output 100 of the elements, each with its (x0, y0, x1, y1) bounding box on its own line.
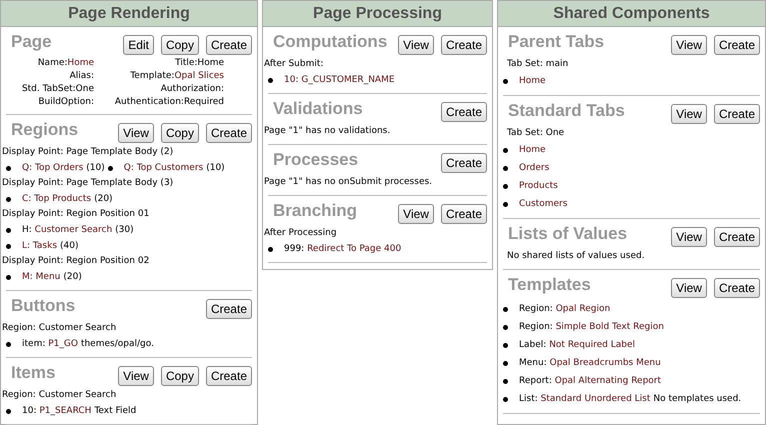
item-link[interactable]: Simple Bold Text Region (556, 318, 664, 336)
bullet-icon (108, 166, 113, 170)
field-link[interactable]: Opal Slices (174, 70, 224, 83)
item-prefix: item: (22, 338, 46, 351)
bullet-icon (268, 78, 273, 82)
bullet-icon (6, 228, 11, 232)
column-title: Shared Components (498, 0, 765, 27)
section-title: Templates (508, 275, 591, 295)
action-button[interactable]: Copy (160, 123, 199, 143)
info-text: Page "1" has no onSubmit processes. (264, 176, 434, 189)
action-button[interactable]: Create (714, 104, 760, 124)
info-text: Page "1" has no validations. (264, 125, 392, 138)
bullet-icon (503, 378, 508, 384)
item-link[interactable]: C: Top Products (22, 191, 92, 207)
item-link[interactable]: Q: Top Orders (22, 160, 84, 176)
bullet-icon (503, 396, 508, 402)
item-link[interactable]: Standard Unordered List (540, 390, 650, 408)
section-title: Lists of Values (508, 224, 628, 244)
action-button[interactable]: Create (206, 35, 252, 55)
item-link[interactable]: Customer Search (34, 222, 112, 238)
action-button[interactable]: Create (440, 204, 487, 224)
action-button[interactable]: Create (206, 123, 252, 143)
item-note: themes/opal/go. (80, 338, 154, 351)
item-prefix: Menu: (519, 357, 548, 370)
item-link[interactable]: Opal Region (556, 300, 610, 318)
item-link[interactable]: Customers (519, 195, 568, 213)
item-link[interactable]: Orders (519, 159, 550, 177)
info-text: Region: Customer Search (2, 389, 118, 402)
item-link[interactable]: Q: Top Customers (124, 160, 204, 176)
item-prefix: List: (519, 393, 539, 406)
bullet-icon (6, 274, 11, 280)
item-prefix: Region: (519, 321, 554, 334)
item-prefix: Report: (519, 375, 553, 388)
field-label: Alias: (70, 70, 94, 83)
info-text: Display Point: Region Position 01 (2, 208, 150, 221)
action-button[interactable]: Create (440, 102, 487, 122)
item-link[interactable]: P1_GO (48, 336, 78, 352)
item-prefix: Label: (519, 339, 548, 352)
item-note: (10) (206, 162, 225, 175)
item-link[interactable]: Home (519, 141, 546, 159)
action-button[interactable]: Create (440, 35, 487, 55)
action-button[interactable]: View (118, 366, 154, 386)
bullet-icon (6, 244, 11, 248)
info-text: No shared lists of values used. (507, 250, 646, 263)
item-prefix: 10: (22, 405, 38, 418)
field-value: One (76, 83, 94, 96)
item-link[interactable]: Products (519, 177, 558, 195)
section-title: Branching (273, 201, 358, 221)
item-note: (10) (86, 162, 105, 175)
field-label: Authentication: (114, 96, 184, 109)
bullet-icon (6, 166, 11, 170)
item-note: (40) (60, 240, 79, 253)
item-link[interactable]: Not Required Label (549, 336, 636, 354)
action-button[interactable]: View (398, 35, 434, 55)
action-button[interactable]: View (671, 104, 707, 124)
action-button[interactable]: View (118, 123, 154, 143)
action-button[interactable]: Edit (123, 35, 154, 55)
item-prefix: 999: (284, 243, 306, 256)
item-link[interactable]: 10: G_CUSTOMER_NAME (284, 72, 395, 88)
bullet-icon (503, 148, 508, 152)
item-prefix: H: (22, 224, 33, 237)
item-link[interactable]: P1_SEARCH (39, 403, 92, 419)
item-link[interactable]: M: Menu (22, 269, 60, 285)
info-text: After Processing (264, 227, 338, 240)
field-link[interactable]: Home (67, 57, 94, 70)
info-text: Tab Set: One (507, 127, 566, 140)
action-button[interactable]: View (398, 204, 434, 224)
action-button[interactable]: Create (714, 227, 760, 247)
action-button[interactable]: Create (206, 366, 252, 386)
action-button[interactable]: View (671, 35, 707, 55)
bullet-icon (503, 78, 508, 84)
action-button[interactable]: View (671, 227, 707, 247)
info-text: After Submit: (264, 58, 324, 71)
field-label: Title: (175, 57, 198, 70)
field-value: Home (197, 57, 224, 70)
field-value: Required (184, 96, 224, 109)
action-button[interactable]: Copy (160, 366, 199, 386)
bullet-icon (268, 246, 273, 252)
item-link[interactable]: Opal Breadcrumbs Menu (550, 354, 661, 372)
action-button[interactable]: Create (714, 278, 760, 298)
field-label: Name: (38, 57, 68, 70)
bullet-icon (6, 342, 11, 346)
item-link[interactable]: L: Tasks (22, 238, 58, 254)
section-title: Parent Tabs (508, 32, 604, 52)
action-button[interactable]: Copy (160, 35, 199, 55)
action-button[interactable]: Create (206, 299, 252, 319)
item-note: No templates used. (653, 393, 742, 406)
bullet-icon (503, 360, 508, 366)
action-button[interactable]: Create (440, 153, 487, 173)
action-button[interactable]: Create (714, 35, 760, 55)
item-link[interactable]: Redirect To Page 400 (307, 241, 402, 257)
section-title: Buttons (11, 296, 76, 316)
item-link[interactable]: Opal Alternating Report (554, 372, 662, 390)
field-label: BuildOption: (38, 96, 94, 109)
item-note: (30) (115, 224, 134, 237)
section-title: Computations (273, 32, 388, 52)
section-title: Regions (11, 120, 78, 140)
action-button[interactable]: View (671, 278, 707, 298)
bullet-icon (503, 342, 508, 348)
item-link[interactable]: Home (519, 72, 546, 90)
